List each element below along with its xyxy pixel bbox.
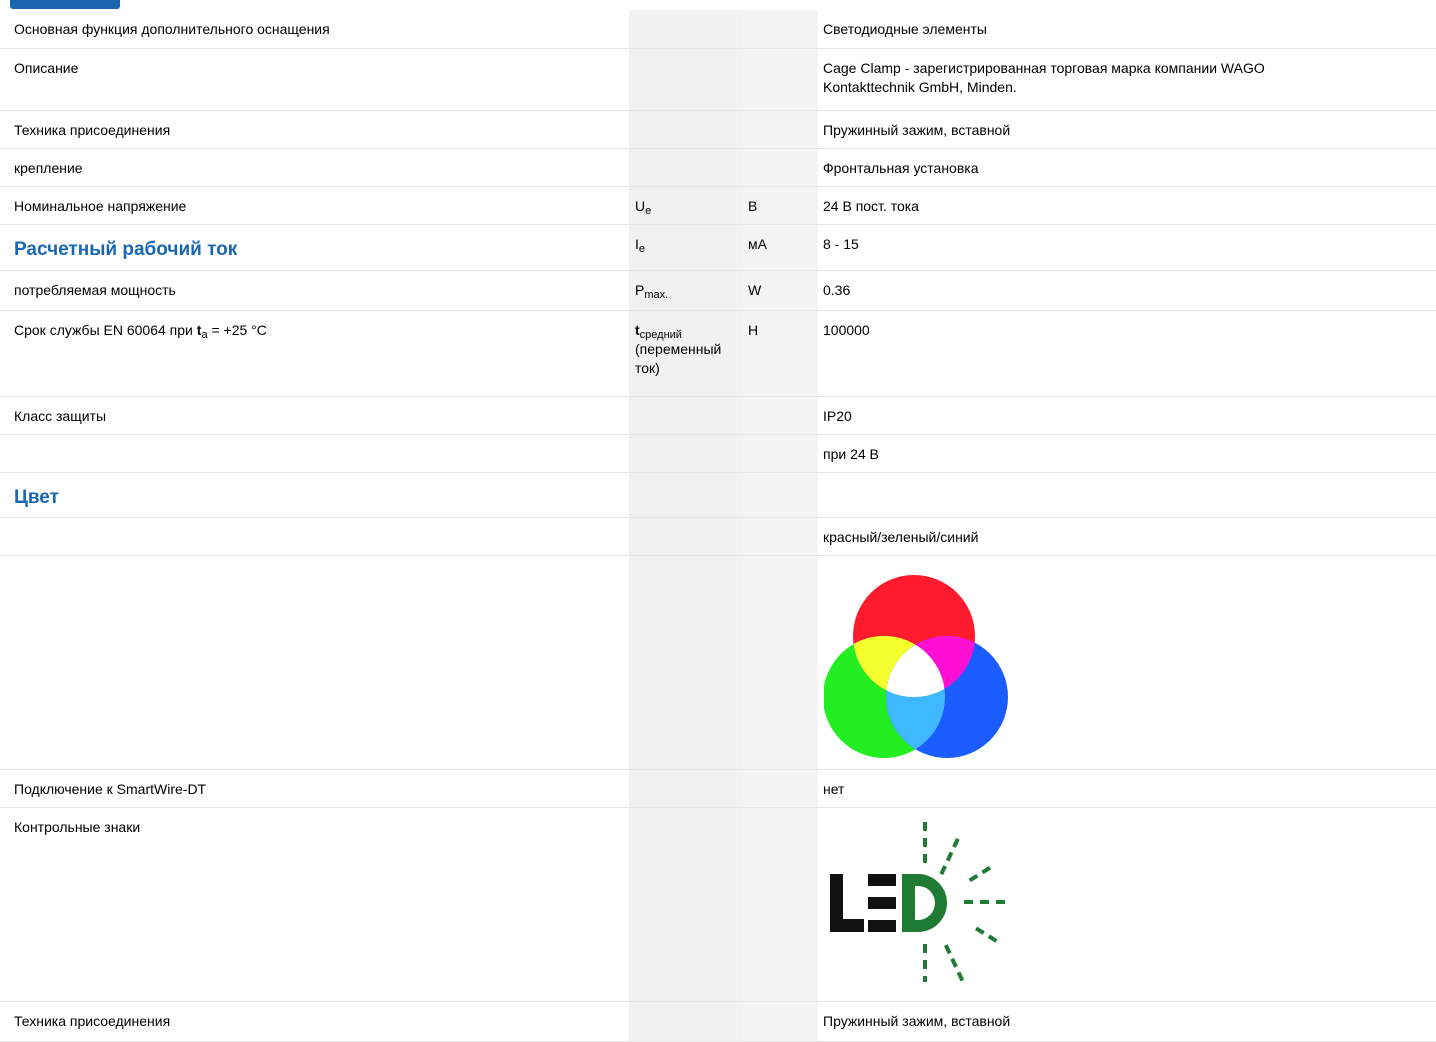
row-unit xyxy=(743,472,818,517)
row-symbol xyxy=(629,10,743,48)
row-value: Cage Clamp - зарегистрированная торговая… xyxy=(818,48,1436,110)
row-label: Контрольные знаки xyxy=(14,818,141,835)
led-mark-icon xyxy=(828,821,1436,987)
row-symbol xyxy=(629,555,743,769)
section-heading: Цвет xyxy=(14,486,59,508)
table-row: Номинальное напряжение Ue В 24 В пост. т… xyxy=(0,186,1436,224)
row-unit xyxy=(743,1001,818,1041)
row-value: при 24 В xyxy=(823,445,879,462)
row-symbol xyxy=(629,1001,743,1041)
row-label: Основная функция дополнительного оснащен… xyxy=(14,21,330,37)
row-unit xyxy=(743,110,818,148)
table-row: Класс защиты IP20 xyxy=(0,396,1436,434)
table-row: Контрольные знаки xyxy=(0,807,1436,1001)
table-row: Техника присоединения Пружинный зажим, в… xyxy=(0,110,1436,148)
row-value: Фронтальная установка xyxy=(823,159,979,176)
row-unit xyxy=(743,396,818,434)
row-unit xyxy=(743,434,818,472)
table-row: Техника присоединения Пружинный зажим, в… xyxy=(0,1001,1436,1041)
row-symbol: Ue xyxy=(629,186,743,224)
value-line: Cage Clamp - зарегистрированная торговая… xyxy=(823,59,1265,76)
table-row xyxy=(0,555,1436,769)
row-label: Техника присоединения xyxy=(14,1012,171,1029)
row-unit xyxy=(743,148,818,186)
row-symbol xyxy=(629,110,743,148)
row-value: 24 В пост. тока xyxy=(823,197,919,214)
row-symbol xyxy=(629,807,743,1001)
row-symbol: Pmax. xyxy=(629,270,743,310)
row-value: IP20 xyxy=(823,407,852,424)
row-symbol: Ie xyxy=(629,224,743,270)
row-unit xyxy=(743,769,818,807)
table-row: Цвет xyxy=(0,472,1436,517)
row-label: Номинальное напряжение xyxy=(14,197,187,214)
table-row: Подключение к SmartWire-DT нет xyxy=(0,769,1436,807)
row-value: 8 - 15 xyxy=(823,235,859,252)
value-line: Kontakttechnik GmbH, Minden. xyxy=(823,78,1017,95)
row-value: Пружинный зажим, вставной xyxy=(823,121,1011,138)
row-unit: В xyxy=(743,186,818,224)
row-label: крепление xyxy=(14,159,83,176)
row-label: Цвет xyxy=(0,472,629,517)
row-unit xyxy=(743,517,818,555)
row-value: Светодиодные элементы xyxy=(823,21,987,37)
row-label: Срок службы EN 60064 при ta = +25 °C xyxy=(14,321,267,341)
row-symbol xyxy=(629,769,743,807)
table-row: при 24 В xyxy=(0,434,1436,472)
row-value: 0.36 xyxy=(823,281,851,298)
table-row: Расчетный рабочий ток Ie мА 8 - 15 xyxy=(0,224,1436,270)
row-unit: H xyxy=(743,310,818,396)
row-label xyxy=(0,555,629,769)
row-unit: W xyxy=(743,270,818,310)
row-value: 100000 xyxy=(823,321,870,338)
row-unit xyxy=(743,807,818,1001)
row-label: Описание xyxy=(14,59,79,76)
row-label: потребляемая мощность xyxy=(14,281,176,298)
row-label: Класс защиты xyxy=(14,407,107,424)
table-row: красный/зеленый/синий xyxy=(0,517,1436,555)
row-symbol xyxy=(629,396,743,434)
row-symbol xyxy=(629,517,743,555)
row-label: Техника присоединения xyxy=(14,121,171,138)
row-label: Подключение к SmartWire-DT xyxy=(14,780,207,797)
table-row: Описание Cage Clamp - зарегистрированная… xyxy=(0,48,1436,110)
row-value: Пружинный зажим, вставной xyxy=(823,1012,1011,1029)
row-unit xyxy=(743,48,818,110)
table-row: Срок службы EN 60064 при ta = +25 °C tср… xyxy=(0,310,1436,396)
row-value xyxy=(818,472,1436,517)
rgb-color-circles-icon xyxy=(823,574,1436,765)
section-heading: Расчетный рабочий ток xyxy=(14,238,238,260)
row-unit xyxy=(743,555,818,769)
row-symbol xyxy=(629,148,743,186)
row-unit: мА xyxy=(743,224,818,270)
row-unit xyxy=(743,10,818,48)
row-value xyxy=(818,555,1436,769)
row-label xyxy=(0,434,629,472)
row-value: нет xyxy=(823,780,845,797)
row-symbol xyxy=(629,472,743,517)
table-row: потребляемая мощность Pmax. W 0.36 xyxy=(0,270,1436,310)
row-symbol xyxy=(629,434,743,472)
row-label: Расчетный рабочий ток xyxy=(0,224,629,270)
row-symbol xyxy=(629,48,743,110)
table-row: Основная функция дополнительного оснащен… xyxy=(0,10,1436,48)
section-header-fragment xyxy=(10,0,120,9)
table-row: крепление Фронтальная установка xyxy=(0,148,1436,186)
row-value xyxy=(818,807,1436,1001)
row-label xyxy=(0,517,629,555)
row-value: красный/зеленый/синий xyxy=(823,528,979,545)
led-letter-d xyxy=(902,873,947,932)
specification-table: Основная функция дополнительного оснащен… xyxy=(0,10,1436,1042)
row-symbol: tсредний (переменный ток) xyxy=(629,310,743,396)
